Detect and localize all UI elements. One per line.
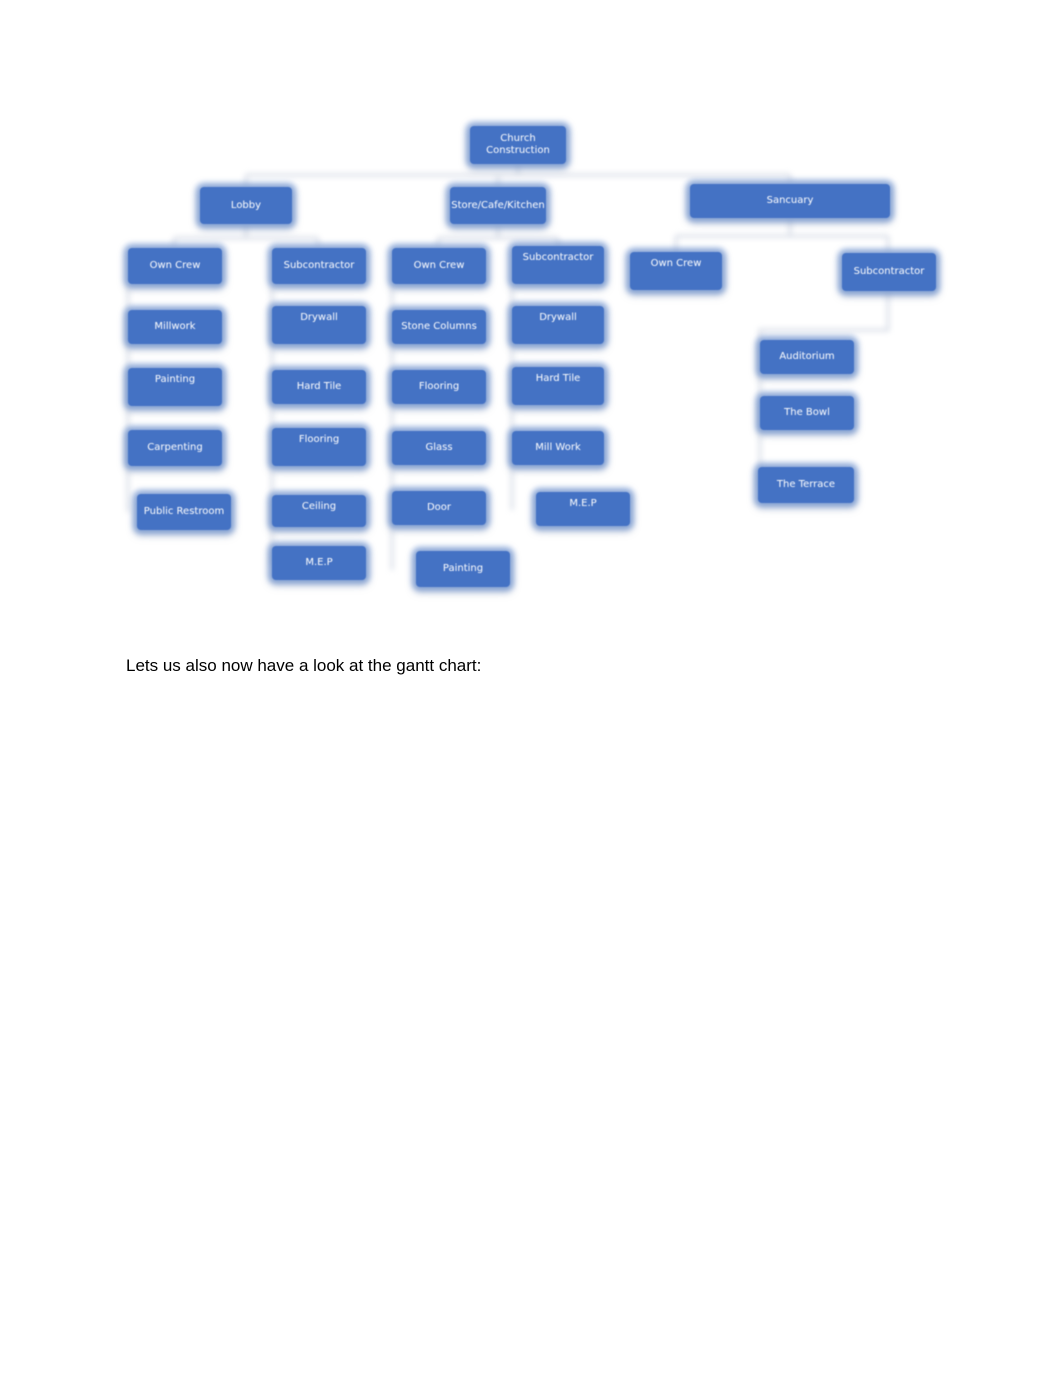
- node-store-cafe-kitchen: Store/Cafe/Kitchen: [450, 187, 546, 224]
- node-lobby-own-crew: Own Crew: [128, 248, 222, 284]
- node-label: Ceiling: [301, 501, 337, 512]
- node-glass: Glass: [392, 431, 486, 465]
- node-store-own-crew: Own Crew: [392, 248, 486, 284]
- node-store-hard-tile: Hard Tile: [512, 367, 604, 405]
- node-label: Public Restroom: [143, 506, 225, 517]
- connector-sanctuary-sub-items: [758, 292, 890, 488]
- node-label: Subcontractor: [522, 252, 594, 263]
- node-sanctuary-subcontractor: Subcontractor: [842, 253, 936, 291]
- node-label: Sancuary: [766, 195, 814, 206]
- node-store-drywall: Drywall: [512, 306, 604, 344]
- node-store-painting: Painting: [416, 551, 510, 587]
- node-lobby-mep: M.E.P: [272, 546, 366, 580]
- node-label: Store/Cafe/Kitchen: [451, 199, 545, 211]
- connector-store-children: [436, 226, 560, 246]
- node-label: Drywall: [539, 312, 577, 323]
- node-lobby-subcontractor: Subcontractor: [272, 248, 366, 284]
- node-sanctuary-own-crew: Own Crew: [630, 252, 722, 290]
- node-millwork: Millwork: [128, 310, 222, 344]
- node-carpenting: Carpenting: [128, 430, 222, 466]
- node-label: Church: [500, 133, 536, 144]
- body-text-paragraph: Lets us also now have a look at the gant…: [126, 656, 482, 675]
- node-auditorium: Auditorium: [760, 340, 854, 374]
- node-label: Mill Work: [535, 442, 581, 453]
- node-lobby-painting: Painting: [128, 368, 222, 406]
- node-label: Own Crew: [149, 260, 201, 271]
- node-label: Construction: [486, 145, 550, 156]
- node-stone-columns: Stone Columns: [392, 310, 486, 344]
- node-label: Glass: [425, 442, 453, 453]
- node-lobby: Lobby: [200, 187, 292, 224]
- node-label: Stone Columns: [401, 321, 477, 332]
- node-mill-work: Mill Work: [512, 431, 604, 465]
- node-ceiling: Ceiling: [272, 495, 366, 527]
- node-label: M.E.P: [569, 498, 597, 509]
- node-label: Drywall: [300, 312, 338, 323]
- node-label: The Terrace: [776, 479, 836, 490]
- node-label: M.E.P: [305, 557, 333, 568]
- node-sanctuary: Sancuary: [690, 184, 890, 218]
- node-door: Door: [392, 491, 486, 525]
- node-lobby-hard-tile: Hard Tile: [272, 370, 366, 404]
- node-label: Own Crew: [650, 258, 702, 269]
- node-label: Millwork: [154, 321, 196, 332]
- node-the-terrace: The Terrace: [758, 467, 854, 503]
- node-label: Flooring: [298, 434, 340, 445]
- node-public-restroom: Public Restroom: [137, 494, 231, 530]
- node-label: Door: [426, 502, 452, 513]
- node-label: Painting: [442, 563, 484, 574]
- node-label: Hard Tile: [535, 373, 581, 384]
- node-label: Carpenting: [147, 442, 203, 453]
- node-label: Auditorium: [779, 351, 835, 362]
- node-label: Painting: [154, 374, 196, 385]
- node-label: Flooring: [418, 381, 460, 392]
- node-lobby-drywall: Drywall: [272, 306, 366, 344]
- node-label: Subcontractor: [283, 260, 355, 271]
- connector-root-to-level1: [244, 165, 792, 186]
- node-label: Subcontractor: [853, 266, 925, 277]
- node-store-subcontractor: Subcontractor: [512, 246, 604, 284]
- connector-lobby-children: [172, 226, 320, 246]
- node-root-church-construction: Church Construction: [470, 126, 566, 164]
- node-lobby-flooring: Flooring: [272, 428, 366, 466]
- node-label: Hard Tile: [296, 381, 342, 392]
- node-label: Own Crew: [413, 260, 465, 271]
- connector-sanctuary-children: [674, 220, 890, 252]
- node-label: The Bowl: [784, 407, 830, 418]
- wbs-org-chart: Church Construction Lobby Store/Cafe/Kit…: [0, 0, 1062, 620]
- node-the-bowl: The Bowl: [760, 396, 854, 430]
- node-store-mep: M.E.P: [536, 492, 630, 526]
- node-store-flooring: Flooring: [392, 370, 486, 404]
- node-label: Lobby: [230, 199, 262, 211]
